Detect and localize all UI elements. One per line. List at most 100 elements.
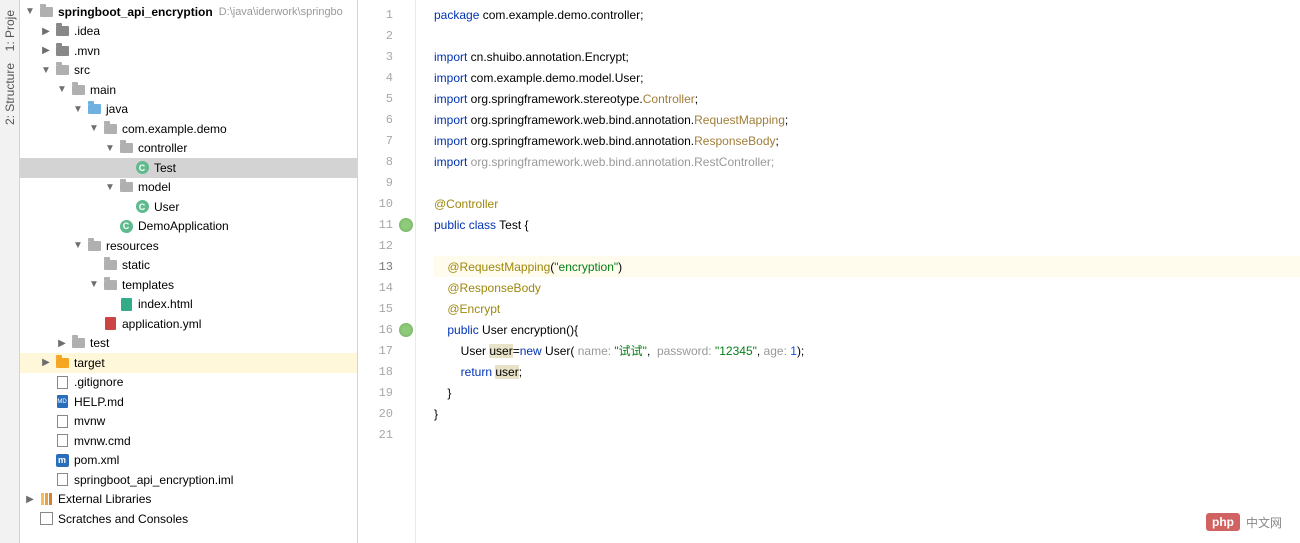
expand-icon[interactable]: ▼: [70, 104, 86, 115]
tree-item[interactable]: index.html: [20, 295, 357, 315]
tree-item[interactable]: application.yml: [20, 314, 357, 334]
expand-icon[interactable]: ▶: [38, 26, 54, 37]
tree-item-label: controller: [138, 141, 187, 155]
code-line[interactable]: @Encrypt: [434, 298, 1300, 319]
tree-item-label: target: [74, 356, 105, 370]
structure-tool-label: 2: Structure: [3, 63, 17, 125]
tree-item[interactable]: ▼ templates: [20, 275, 357, 295]
code-area[interactable]: package com.example.demo.controller; impo…: [416, 0, 1300, 543]
tree-item[interactable]: ▶.mvn: [20, 41, 357, 61]
line-number[interactable]: 9: [358, 172, 415, 193]
line-number[interactable]: 17: [358, 340, 415, 361]
tree-root[interactable]: ▼springboot_api_encryptionD:\java\iderwo…: [20, 2, 357, 22]
expand-icon[interactable]: ▼: [102, 143, 118, 154]
line-number[interactable]: 13: [358, 256, 415, 277]
code-line[interactable]: @RequestMapping("encryption"): [434, 256, 1300, 277]
tree-item[interactable]: ▼model: [20, 178, 357, 198]
expand-icon[interactable]: ▶: [38, 357, 54, 368]
tree-item-label: Scratches and Consoles: [58, 512, 188, 526]
scratches[interactable]: Scratches and Consoles: [20, 509, 357, 529]
line-number[interactable]: 15: [358, 298, 415, 319]
line-number[interactable]: 3: [358, 46, 415, 67]
code-line[interactable]: [434, 172, 1300, 193]
tree-item[interactable]: ▶.idea: [20, 22, 357, 42]
tree-item[interactable]: springboot_api_encryption.iml: [20, 470, 357, 490]
code-line[interactable]: import org.springframework.stereotype.Co…: [434, 88, 1300, 109]
structure-tool-button[interactable]: 2: Structure: [3, 63, 17, 125]
tree-item-label: templates: [122, 278, 174, 292]
line-number[interactable]: 5: [358, 88, 415, 109]
external-libraries[interactable]: ▶External Libraries: [20, 490, 357, 510]
tree-item[interactable]: ▼resources: [20, 236, 357, 256]
code-line[interactable]: public class Test {: [434, 214, 1300, 235]
line-number[interactable]: 1: [358, 4, 415, 25]
line-number[interactable]: 8: [358, 151, 415, 172]
code-line[interactable]: import cn.shuibo.annotation.Encrypt;: [434, 46, 1300, 67]
html-icon: [118, 296, 134, 312]
run-marker-icon[interactable]: [399, 218, 413, 232]
editor-gutter[interactable]: 123456789101112131415161718192021: [358, 0, 416, 543]
code-line[interactable]: import org.springframework.web.bind.anno…: [434, 130, 1300, 151]
tree-item[interactable]: MDHELP.md: [20, 392, 357, 412]
tree-item[interactable]: mvnw: [20, 412, 357, 432]
expand-icon[interactable]: ▶: [54, 338, 70, 349]
line-number[interactable]: 6: [358, 109, 415, 130]
code-line[interactable]: @Controller: [434, 193, 1300, 214]
tree-item[interactable]: ▶ target: [20, 353, 357, 373]
tree-item[interactable]: ▼ controller: [20, 139, 357, 159]
line-number[interactable]: 11: [358, 214, 415, 235]
code-line[interactable]: import com.example.demo.model.User;: [434, 67, 1300, 88]
expand-icon[interactable]: ▶: [22, 494, 38, 505]
tree-item[interactable]: static: [20, 256, 357, 276]
tree-item[interactable]: ▼main: [20, 80, 357, 100]
line-number[interactable]: 2: [358, 25, 415, 46]
line-number[interactable]: 10: [358, 193, 415, 214]
line-number[interactable]: 7: [358, 130, 415, 151]
line-number[interactable]: 20: [358, 403, 415, 424]
code-line[interactable]: User user=new User( name: "试试", password…: [434, 340, 1300, 361]
tree-item[interactable]: ▶test: [20, 334, 357, 354]
m-icon: m: [54, 452, 70, 468]
tree-item[interactable]: .gitignore: [20, 373, 357, 393]
yml-icon: [102, 316, 118, 332]
tree-item[interactable]: CUser: [20, 197, 357, 217]
code-line[interactable]: }: [434, 382, 1300, 403]
tree-item[interactable]: CTest: [20, 158, 357, 178]
run-marker-icon[interactable]: [399, 323, 413, 337]
expand-icon[interactable]: ▼: [86, 279, 102, 290]
code-line[interactable]: [434, 235, 1300, 256]
line-number[interactable]: 19: [358, 382, 415, 403]
line-number[interactable]: 4: [358, 67, 415, 88]
line-number[interactable]: 21: [358, 424, 415, 445]
expand-icon[interactable]: ▼: [70, 240, 86, 251]
tree-item-label: User: [154, 200, 179, 214]
code-line[interactable]: return user;: [434, 361, 1300, 382]
code-line[interactable]: [434, 25, 1300, 46]
line-number[interactable]: 14: [358, 277, 415, 298]
tree-item[interactable]: ▼com.example.demo: [20, 119, 357, 139]
expand-icon[interactable]: ▼: [22, 6, 38, 17]
line-number[interactable]: 12: [358, 235, 415, 256]
project-tree[interactable]: ▼springboot_api_encryptionD:\java\iderwo…: [20, 0, 357, 529]
code-line[interactable]: import org.springframework.web.bind.anno…: [434, 109, 1300, 130]
expand-icon[interactable]: ▼: [38, 65, 54, 76]
tree-item[interactable]: ▼java: [20, 100, 357, 120]
code-line[interactable]: [434, 424, 1300, 445]
tree-item[interactable]: mvnw.cmd: [20, 431, 357, 451]
expand-icon[interactable]: ▼: [86, 123, 102, 134]
expand-icon[interactable]: ▼: [54, 84, 70, 95]
project-tool-button[interactable]: 1: Proje: [3, 10, 17, 51]
code-line[interactable]: public User encryption(){: [434, 319, 1300, 340]
line-number[interactable]: 16: [358, 319, 415, 340]
tree-item[interactable]: mpom.xml: [20, 451, 357, 471]
tree-item[interactable]: CDemoApplication: [20, 217, 357, 237]
editor-panel: 123456789101112131415161718192021 packag…: [358, 0, 1300, 543]
code-line[interactable]: package com.example.demo.controller;: [434, 4, 1300, 25]
expand-icon[interactable]: ▼: [102, 182, 118, 193]
expand-icon[interactable]: ▶: [38, 45, 54, 56]
tree-item[interactable]: ▼src: [20, 61, 357, 81]
code-line[interactable]: }: [434, 403, 1300, 424]
line-number[interactable]: 18: [358, 361, 415, 382]
code-line[interactable]: import org.springframework.web.bind.anno…: [434, 151, 1300, 172]
code-line[interactable]: @ResponseBody: [434, 277, 1300, 298]
